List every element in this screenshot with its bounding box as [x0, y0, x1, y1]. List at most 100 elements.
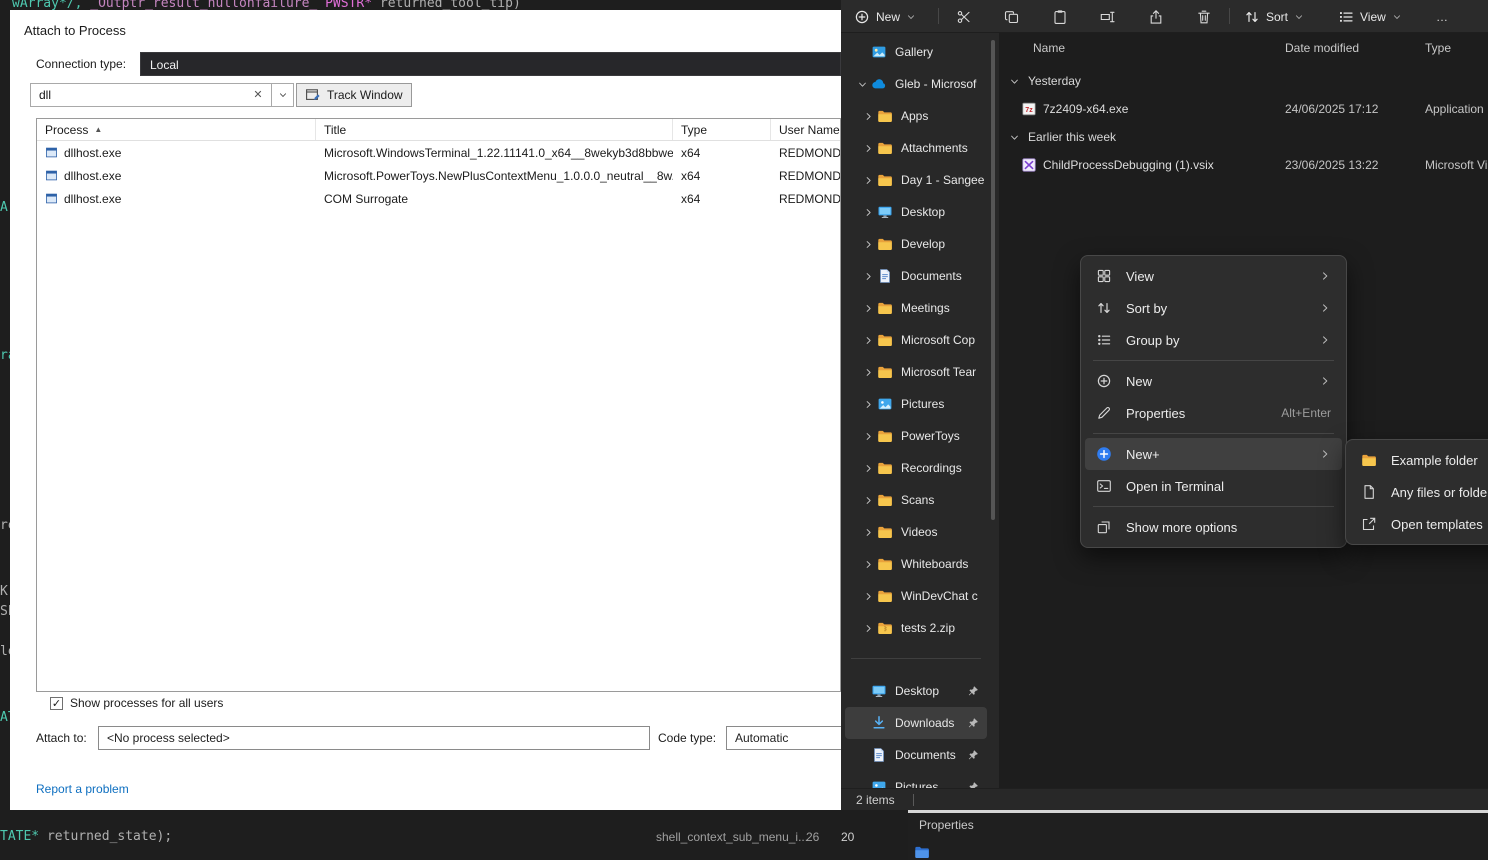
process-name: dllhost.exe — [64, 146, 121, 160]
new-button[interactable]: New — [847, 4, 923, 29]
view-button[interactable]: View — [1331, 4, 1409, 29]
chevron-right-icon — [1319, 448, 1331, 460]
process-row[interactable]: dllhost.exe COM Surrogate x64 REDMOND — [37, 187, 840, 210]
menu-separator — [1093, 506, 1334, 507]
file-row[interactable]: 7z2409-x64.exe 24/06/2025 17:12 Applicat… — [999, 95, 1488, 123]
sidebar-item-gallery[interactable]: Gallery — [845, 36, 987, 68]
group-header-yesterday[interactable]: Yesterday — [999, 67, 1488, 95]
sidebar-item-microsoft-teams[interactable]: Microsoft Tear — [845, 356, 987, 388]
process-row[interactable]: dllhost.exe Microsoft.WindowsTerminal_1.… — [37, 141, 840, 164]
editor-breadcrumb-symbol[interactable]: shell_context_sub_menu_i... — [656, 830, 808, 844]
copy-button[interactable] — [997, 4, 1027, 29]
column-header-type[interactable]: Type — [673, 119, 771, 140]
sidebar-item-develop[interactable]: Develop — [845, 228, 987, 260]
chevron-right-icon[interactable] — [859, 527, 877, 538]
chevron-right-icon[interactable] — [859, 271, 877, 282]
sort-icon — [1244, 9, 1260, 25]
sidebar-item-apps[interactable]: Apps — [845, 100, 987, 132]
sidebar-item-pictures-pinned[interactable]: Pictures — [845, 771, 987, 788]
sidebar-item-documents[interactable]: Documents — [845, 260, 987, 292]
cut-button[interactable] — [949, 4, 979, 29]
sidebar-item-whiteboards[interactable]: Whiteboards — [845, 548, 987, 580]
process-name: dllhost.exe — [64, 169, 121, 183]
chevron-right-icon[interactable] — [859, 143, 877, 154]
code-type-combobox[interactable]: Automatic — [726, 726, 856, 750]
item-count: 2 items — [856, 793, 895, 807]
show-all-users-checkbox[interactable]: ✓ — [50, 697, 63, 710]
share-button[interactable] — [1141, 4, 1171, 29]
code-token: TATE* — [0, 829, 39, 844]
attach-to-field[interactable] — [98, 726, 650, 750]
context-menu-item-new-plus[interactable]: New+ — [1085, 438, 1342, 470]
submenu-item-any-files[interactable]: Any files or folde — [1350, 476, 1488, 508]
sidebar-item-windevchat[interactable]: WinDevChat c — [845, 580, 987, 612]
file-row[interactable]: ChildProcessDebugging (1).vsix 23/06/202… — [999, 151, 1488, 179]
filter-dropdown-button[interactable] — [272, 83, 294, 107]
column-header-process[interactable]: Process▲ — [37, 119, 316, 140]
chevron-down-icon[interactable] — [853, 79, 871, 90]
chevron-right-icon[interactable] — [859, 559, 877, 570]
context-menu-item-properties[interactable]: Properties Alt+Enter — [1085, 397, 1342, 429]
track-window-button[interactable]: Track Window — [296, 83, 412, 107]
column-header-type[interactable]: Type — [1425, 33, 1451, 63]
chevron-right-icon[interactable] — [859, 463, 877, 474]
sidebar-item-microsoft-copilot[interactable]: Microsoft Cop — [845, 324, 987, 356]
context-menu-item-open-in-terminal[interactable]: Open in Terminal — [1085, 470, 1342, 502]
group-header-earlier-this-week[interactable]: Earlier this week — [999, 123, 1488, 151]
folder-icon — [877, 460, 893, 476]
chevron-right-icon[interactable] — [859, 207, 877, 218]
chevron-right-icon[interactable] — [859, 623, 877, 634]
rename-button[interactable] — [1093, 4, 1123, 29]
context-menu-item-view[interactable]: View — [1085, 260, 1342, 292]
submenu-item-example-folder[interactable]: Example folder — [1350, 444, 1488, 476]
chevron-right-icon[interactable] — [859, 303, 877, 314]
sidebar-item-scans[interactable]: Scans — [845, 484, 987, 516]
sidebar-item-downloads-pinned[interactable]: Downloads — [845, 707, 987, 739]
sidebar-item-powertoys[interactable]: PowerToys — [845, 420, 987, 452]
context-menu-item-show-more-options[interactable]: Show more options — [1085, 511, 1342, 543]
sidebar-item-desktop-pinned[interactable]: Desktop — [845, 675, 987, 707]
connection-type-combobox[interactable]: Local — [140, 52, 841, 76]
sidebar-item-tests-zip[interactable]: tests 2.zip — [845, 612, 987, 644]
menu-item-label: Group by — [1126, 333, 1179, 348]
sidebar-item-recordings[interactable]: Recordings — [845, 452, 987, 484]
column-label: Type — [681, 123, 707, 137]
chevron-right-icon[interactable] — [859, 335, 877, 346]
chevron-right-icon[interactable] — [859, 111, 877, 122]
column-header-user[interactable]: User Name — [771, 119, 840, 140]
nav-scrollbar-thumb[interactable] — [991, 40, 995, 520]
context-menu-item-group-by[interactable]: Group by — [1085, 324, 1342, 356]
chevron-right-icon[interactable] — [859, 431, 877, 442]
clear-filter-icon[interactable]: ✕ — [248, 85, 268, 105]
sort-button[interactable]: Sort — [1237, 4, 1311, 29]
column-header-name[interactable]: Name — [1033, 33, 1065, 63]
file-name: ChildProcessDebugging (1).vsix — [1043, 158, 1214, 172]
sidebar-item-videos[interactable]: Videos — [845, 516, 987, 548]
column-header-date-modified[interactable]: Date modified — [1285, 33, 1359, 63]
sidebar-item-onedrive[interactable]: Gleb - Microsof — [845, 68, 987, 100]
context-menu-item-sort-by[interactable]: Sort by — [1085, 292, 1342, 324]
sidebar-item-documents-pinned[interactable]: Documents — [845, 739, 987, 771]
sidebar-item-attachments[interactable]: Attachments — [845, 132, 987, 164]
sidebar-item-label: Recordings — [901, 461, 987, 475]
track-window-icon — [305, 87, 321, 103]
chevron-right-icon[interactable] — [859, 367, 877, 378]
column-header-title[interactable]: Title — [316, 119, 673, 140]
sidebar-item-pictures[interactable]: Pictures — [845, 388, 987, 420]
report-a-problem-link[interactable]: Report a problem — [36, 782, 129, 796]
chevron-right-icon[interactable] — [859, 495, 877, 506]
sidebar-item-desktop[interactable]: Desktop — [845, 196, 987, 228]
chevron-right-icon[interactable] — [859, 239, 877, 250]
delete-button[interactable] — [1189, 4, 1219, 29]
more-options-button[interactable]: … — [1427, 4, 1457, 29]
sidebar-item-day1[interactable]: Day 1 - Sangee — [845, 164, 987, 196]
context-menu-item-new[interactable]: New — [1085, 365, 1342, 397]
process-row[interactable]: dllhost.exe Microsoft.PowerToys.NewPlusC… — [37, 164, 840, 187]
chevron-right-icon[interactable] — [859, 399, 877, 410]
paste-button[interactable] — [1045, 4, 1075, 29]
chevron-right-icon[interactable] — [859, 175, 877, 186]
chevron-right-icon[interactable] — [859, 591, 877, 602]
sidebar-item-meetings[interactable]: Meetings — [845, 292, 987, 324]
submenu-item-open-templates[interactable]: Open templates — [1350, 508, 1488, 540]
process-filter-input[interactable] — [30, 83, 272, 107]
